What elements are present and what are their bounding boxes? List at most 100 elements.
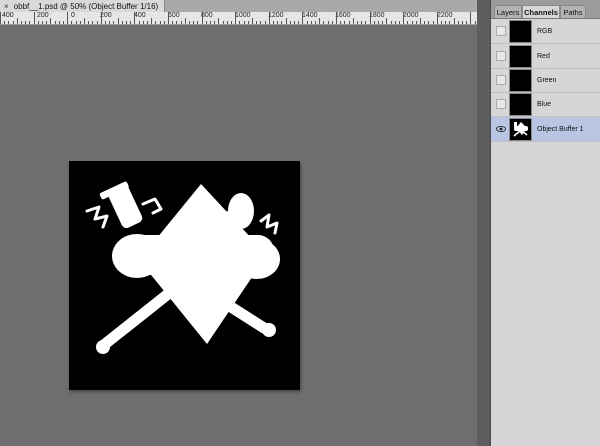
channels-panel: Layers Channels Paths RGB Red Green Blue	[490, 0, 600, 446]
channel-thumbnail	[509, 68, 532, 92]
ruler-label: 400	[2, 12, 14, 19]
ruler-label: 1000	[235, 12, 251, 19]
ruler-tick	[457, 21, 459, 24]
ruler-tick	[25, 21, 27, 24]
panel-divider[interactable]	[477, 0, 490, 446]
ruler-tick	[67, 12, 69, 24]
ruler-tick	[159, 21, 161, 24]
ruler-tick	[16, 18, 18, 24]
ruler-tick	[134, 12, 136, 24]
ruler-tick	[386, 18, 388, 24]
ruler-tick	[222, 21, 224, 24]
ruler-tick	[331, 21, 333, 24]
ruler-tick	[399, 21, 400, 24]
ruler-tick	[37, 21, 39, 24]
visibility-toggle[interactable]	[496, 75, 506, 85]
channel-thumbnail	[509, 19, 532, 43]
ruler-tick	[260, 21, 262, 24]
ruler-tick	[4, 21, 6, 24]
ruler-tick	[12, 21, 14, 24]
document-tab[interactable]: × obbf__1.psd @ 50% (Object Buffer 1/16)	[0, 0, 166, 12]
ruler-tick	[327, 21, 329, 24]
tab-paths[interactable]: Paths	[560, 5, 586, 18]
ruler-tick	[214, 21, 216, 24]
ruler-tick	[50, 18, 52, 24]
ruler-tick	[218, 18, 220, 24]
ruler-tick	[340, 21, 342, 24]
visibility-toggle[interactable]	[496, 51, 506, 61]
ruler-tick	[428, 21, 430, 24]
ruler-tick	[96, 21, 98, 24]
ruler-tick	[361, 21, 363, 24]
channel-thumbnail	[509, 44, 532, 68]
ruler-tick	[306, 21, 308, 24]
ruler-tick	[315, 21, 316, 24]
ruler-tick	[172, 21, 174, 24]
ruler-tick	[58, 21, 60, 24]
ruler-label: 2000	[403, 12, 419, 19]
ruler-tick	[462, 21, 463, 24]
ruler-tick	[155, 21, 157, 24]
eye-icon[interactable]	[496, 124, 506, 134]
document-canvas[interactable]	[69, 161, 300, 390]
ruler-tick	[441, 21, 442, 24]
ruler-label: 2200	[437, 12, 453, 19]
ruler-tick	[323, 21, 325, 24]
ruler-tick	[100, 12, 102, 24]
ruler-tick	[394, 21, 396, 24]
ruler-tick	[239, 21, 241, 24]
ruler-tick	[420, 18, 421, 24]
ruler-tick	[310, 21, 312, 24]
ruler-tick	[357, 21, 358, 24]
ruler-tick	[285, 18, 287, 24]
channel-row-red[interactable]: Red	[491, 44, 600, 69]
ruler-tick	[344, 21, 346, 24]
ruler-tick	[138, 21, 140, 24]
channel-row-object-buffer[interactable]: Object Buffer 1	[491, 117, 600, 142]
tab-channels[interactable]: Channels	[522, 5, 560, 18]
visibility-toggle[interactable]	[496, 26, 506, 36]
ruler-tick	[142, 21, 144, 24]
object-buffer-thumbnail	[513, 121, 528, 137]
ruler-tick	[8, 21, 10, 24]
ruler-label: 800	[201, 12, 213, 19]
ruler-tick	[117, 18, 119, 24]
channel-row-blue[interactable]: Blue	[491, 92, 600, 117]
ruler-tick	[168, 12, 169, 24]
close-tab-icon[interactable]: ×	[4, 2, 9, 11]
ruler-tick	[403, 12, 405, 24]
ruler-tick	[210, 21, 211, 24]
ruler-tick	[411, 21, 413, 24]
ruler-tick	[445, 21, 447, 24]
ruler-tick	[424, 21, 426, 24]
ruler-tick	[33, 12, 35, 24]
ruler-tick	[470, 12, 472, 24]
ruler-tick	[193, 21, 195, 24]
ruler-tick	[109, 21, 111, 24]
ruler-tick	[302, 12, 304, 24]
channel-name: Blue	[537, 100, 552, 108]
channel-row-green[interactable]: Green	[491, 68, 600, 93]
ruler-tick	[298, 21, 300, 24]
ruler-tick	[415, 21, 417, 24]
ruler-tick	[151, 18, 153, 24]
ruler-tick	[201, 12, 203, 24]
ruler-tick	[365, 21, 367, 24]
channel-row-rgb[interactable]: RGB	[491, 19, 600, 44]
ruler-tick	[226, 21, 228, 24]
ruler-tick	[75, 21, 77, 24]
ruler-tick	[378, 21, 379, 24]
ruler-label: 200	[37, 12, 49, 19]
ruler-tick	[369, 12, 371, 24]
visibility-toggle[interactable]	[496, 99, 506, 109]
ruler-tick	[247, 21, 249, 24]
ruler-tick	[176, 21, 178, 24]
horizontal-ruler[interactable]: 400 200 0 200 400 600 800 1000 1200 1400…	[0, 12, 490, 25]
ruler-tick	[197, 21, 199, 24]
ruler-tick	[147, 21, 148, 24]
ruler-tick	[113, 21, 115, 24]
tab-layers[interactable]: Layers	[494, 5, 522, 18]
ruler-label: 0	[71, 12, 75, 19]
ruler-tick	[319, 18, 321, 24]
ruler-tick	[42, 21, 43, 24]
